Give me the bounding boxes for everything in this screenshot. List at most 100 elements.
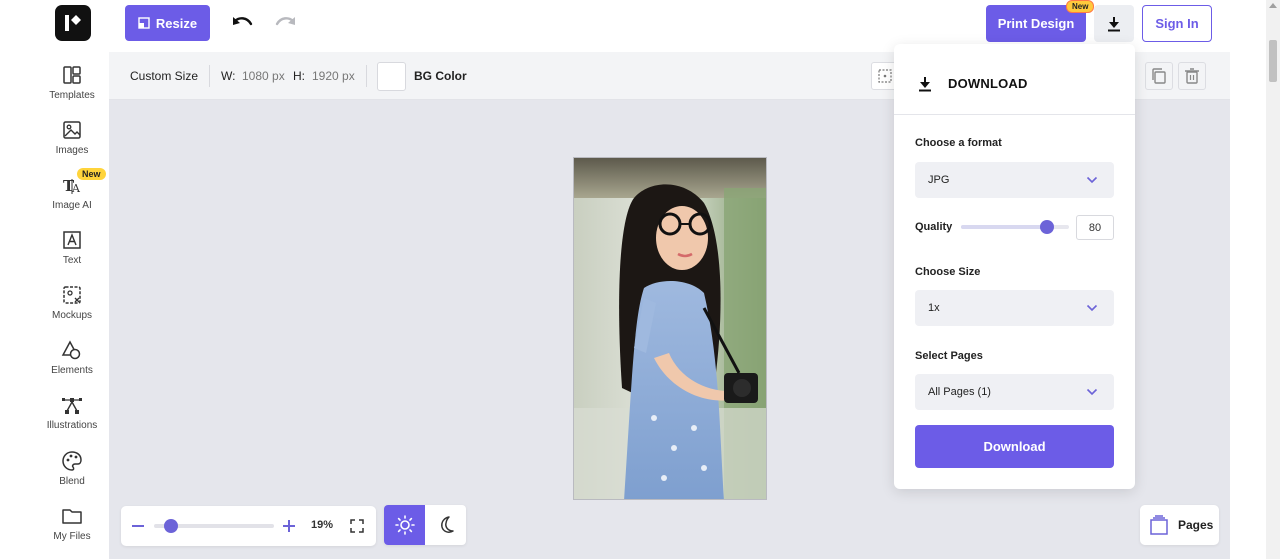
height-value[interactable]: 1920 px: [312, 69, 355, 83]
sidebar-item-image-ai[interactable]: T A New Image AI: [35, 168, 109, 224]
scroll-up-arrow-icon[interactable]: [1269, 3, 1277, 8]
quality-slider-knob[interactable]: [1040, 220, 1055, 234]
sidebar-item-images[interactable]: Images: [35, 119, 109, 169]
sidebar-item-mockups[interactable]: Mockups: [35, 284, 109, 334]
download-icon: [1108, 16, 1120, 31]
sidebar-item-label: Mockups: [51, 310, 92, 321]
redo-icon: [275, 17, 295, 26]
custom-size-label[interactable]: Custom Size: [130, 69, 198, 83]
left-sidebar: Templates Images T A New Image AI Text M…: [35, 52, 109, 559]
new-badge: New: [1066, 0, 1095, 13]
dark-mode-button[interactable]: [425, 505, 466, 545]
sidebar-item-label: Text: [62, 255, 82, 266]
size-value: 1x: [928, 302, 940, 314]
chevron-down-icon: [1086, 388, 1098, 396]
format-label: Choose a format: [915, 137, 1002, 149]
canvas-photo[interactable]: [573, 157, 767, 500]
trash-icon: [1185, 68, 1199, 84]
sidebar-item-label: My Files: [53, 531, 91, 542]
zoom-percentage: 19%: [311, 519, 334, 531]
chevron-down-icon: [1086, 176, 1098, 184]
fullscreen-icon: [350, 519, 364, 533]
palette-icon: [62, 451, 82, 471]
sidebar-item-label: Templates: [49, 90, 95, 101]
sidebar-item-templates[interactable]: Templates: [35, 64, 109, 114]
sidebar-item-elements[interactable]: Elements: [35, 339, 109, 389]
undo-icon: [233, 17, 253, 26]
toolbar-divider: [209, 65, 210, 87]
sidebar-item-label: Blend: [59, 476, 85, 487]
theme-toggle: [384, 505, 466, 545]
pages-select-value: All Pages (1): [928, 386, 991, 398]
size-label: Choose Size: [915, 266, 981, 278]
download-button[interactable]: Download: [915, 425, 1114, 468]
app-logo[interactable]: [55, 5, 91, 41]
mockup-icon: [63, 286, 81, 304]
width-value[interactable]: 1080 px: [242, 69, 285, 83]
sidebar-item-blend[interactable]: Blend: [35, 450, 109, 500]
resize-icon: [138, 17, 150, 29]
page-scrollbar[interactable]: [1266, 0, 1280, 559]
bg-color-swatch[interactable]: [377, 62, 406, 91]
pages-label: Pages: [1178, 518, 1214, 532]
copy-icon: [1152, 68, 1166, 84]
pages-select[interactable]: All Pages (1): [915, 374, 1114, 410]
zoom-out-button[interactable]: [130, 517, 146, 535]
fit-to-screen-button[interactable]: [349, 517, 365, 535]
chevron-down-icon: [1086, 304, 1098, 312]
sidebar-item-my-files[interactable]: My Files: [35, 505, 109, 555]
sidebar-item-label: Illustrations: [46, 420, 98, 431]
quality-label: Quality: [915, 221, 953, 233]
zoom-controls: 19%: [121, 506, 376, 546]
templates-icon: [63, 66, 81, 84]
download-panel: DOWNLOAD Choose a format JPG Quality 80 …: [894, 44, 1135, 489]
format-value: JPG: [928, 174, 950, 186]
grid-icon: [878, 69, 892, 83]
scroll-thumb[interactable]: [1269, 40, 1277, 82]
logo-icon: [65, 15, 81, 31]
sun-icon: [394, 515, 415, 535]
zoom-slider-knob[interactable]: [163, 519, 178, 533]
resize-button[interactable]: Resize: [125, 5, 210, 41]
zoom-in-button[interactable]: [281, 517, 297, 535]
shapes-icon: [61, 340, 81, 360]
delete-page-button[interactable]: [1178, 62, 1206, 90]
bg-color-label[interactable]: BG Color: [414, 69, 467, 83]
download-toggle-button[interactable]: [1094, 5, 1134, 42]
height-label: H:: [293, 69, 305, 83]
sidebar-item-illustrations[interactable]: Illustrations: [35, 394, 109, 444]
size-select[interactable]: 1x: [915, 290, 1114, 326]
light-mode-button[interactable]: [384, 505, 425, 545]
download-button-label: Download: [983, 439, 1046, 454]
pages-icon: [1150, 515, 1168, 535]
redo-button[interactable]: [274, 12, 298, 34]
sidebar-item-text[interactable]: Text: [35, 229, 109, 279]
photo-image: [574, 158, 766, 499]
download-panel-header: DOWNLOAD: [894, 44, 1135, 115]
pages-button[interactable]: Pages: [1140, 505, 1219, 545]
format-select[interactable]: JPG: [915, 162, 1114, 198]
quality-input[interactable]: 80: [1076, 215, 1114, 240]
width-label: W:: [221, 69, 236, 83]
resize-label: Resize: [155, 15, 198, 31]
quality-slider-fill: [961, 225, 1048, 229]
download-panel-title: DOWNLOAD: [948, 76, 1028, 91]
sign-in-label: Sign In: [1155, 16, 1199, 31]
print-design-label: Print Design: [997, 16, 1075, 31]
undo-button[interactable]: [230, 12, 254, 34]
minus-icon: [132, 525, 144, 527]
sidebar-item-label: Elements: [51, 365, 93, 376]
pen-tool-icon: [62, 398, 82, 414]
plus-icon: [283, 520, 295, 532]
duplicate-page-button[interactable]: [1145, 62, 1173, 90]
moon-icon: [440, 516, 454, 533]
sign-in-button[interactable]: Sign In: [1142, 5, 1212, 42]
image-icon: [63, 121, 81, 139]
toolbar-divider: [366, 65, 367, 87]
pages-select-label: Select Pages: [915, 350, 983, 362]
sidebar-item-label: Image AI: [52, 200, 92, 211]
folder-icon: [62, 509, 82, 524]
new-badge: New: [77, 168, 106, 180]
text-icon: [63, 231, 81, 249]
sidebar-item-label: Images: [55, 145, 89, 156]
